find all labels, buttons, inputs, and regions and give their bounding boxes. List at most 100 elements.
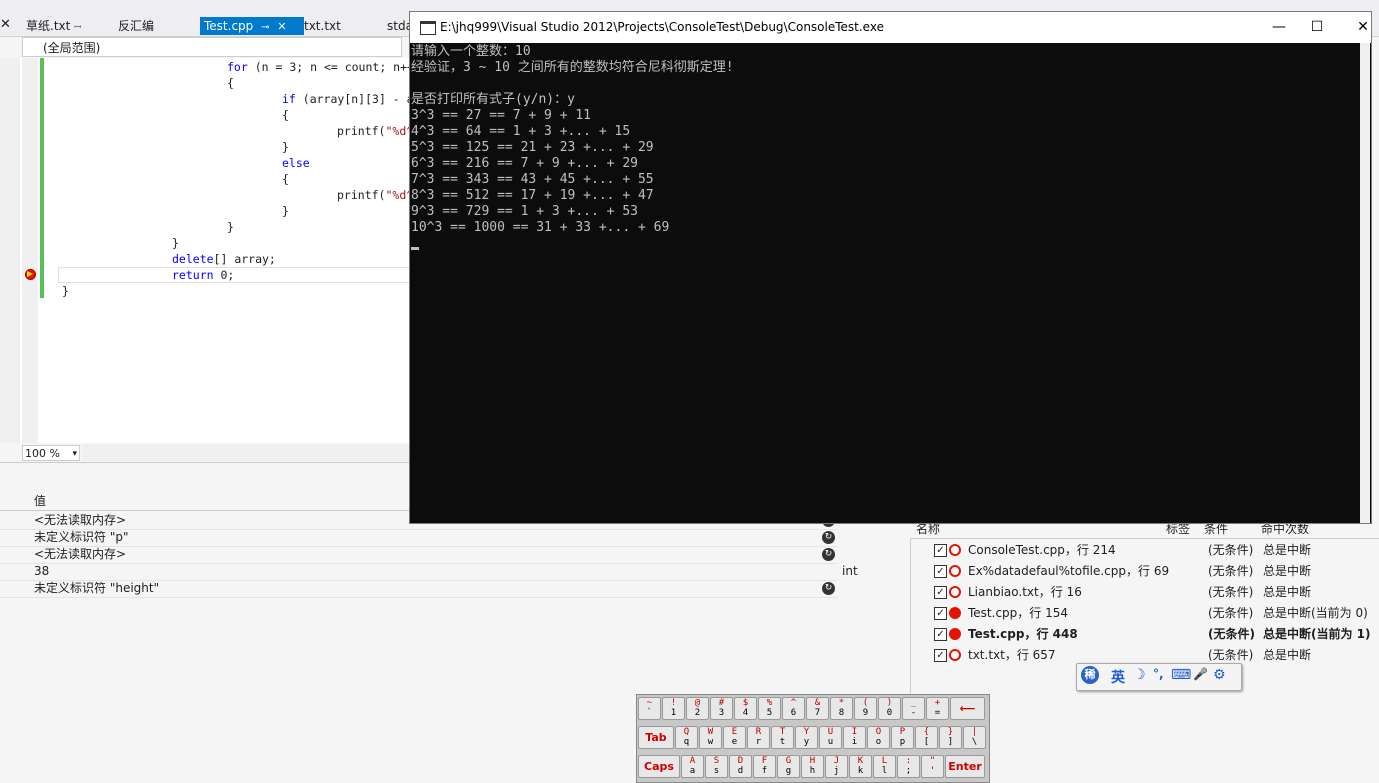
- console-line: 10^3 == 1000 == 31 + 33 +... + 69: [411, 220, 670, 235]
- breakpoint-row[interactable]: ✓ Test.cpp，行 154 (无条件) 总是中断(当前为 0): [910, 603, 1379, 624]
- close-icon[interactable]: ✕: [277, 20, 286, 33]
- key-label: j: [833, 766, 840, 776]
- watch-row[interactable]: 未定义标识符 "p" ↻: [0, 529, 838, 547]
- console-line: 6^3 == 216 == 7 + 9 +... + 29: [411, 156, 638, 171]
- close-icon[interactable]: ✕: [0, 17, 11, 32]
- pin-icon[interactable]: ⊸: [261, 22, 269, 33]
- key[interactable]: _ -: [902, 697, 925, 720]
- key[interactable]: ! 1: [662, 697, 685, 720]
- enabled-checkbox[interactable]: ✓: [934, 586, 947, 599]
- tab-test-cpp[interactable]: Test.cpp ⊸ ✕: [200, 17, 304, 35]
- breakpoint-margin[interactable]: [22, 58, 38, 443]
- close-button[interactable]: ✕: [1340, 12, 1379, 43]
- punctuation-icon[interactable]: °,: [1153, 667, 1164, 681]
- breakpoint-row[interactable]: ✓ Test.cpp，行 448 (无条件) 总是中断(当前为 1): [910, 624, 1379, 645]
- key[interactable]: ⟵: [950, 697, 985, 720]
- key[interactable]: | \: [963, 726, 986, 749]
- tab-caozhi-txt[interactable]: 草纸.txt ꟷ: [22, 17, 85, 35]
- key[interactable]: :;: [897, 755, 920, 778]
- enabled-checkbox[interactable]: ✓: [934, 565, 947, 578]
- microphone-icon[interactable]: 🎤: [1193, 667, 1208, 681]
- key-label: 1: [670, 708, 677, 718]
- gear-icon[interactable]: ⚙: [1213, 667, 1226, 683]
- horizontal-scrollbar[interactable]: [82, 445, 410, 461]
- left-toolbox-strip: [0, 58, 21, 443]
- key[interactable]: (9: [854, 697, 877, 720]
- enabled-checkbox[interactable]: ✓: [934, 607, 947, 620]
- refresh-icon[interactable]: ↻: [822, 531, 835, 544]
- watch-value: 未定义标识符 "p": [34, 530, 129, 544]
- key[interactable]: Jj: [825, 755, 848, 778]
- breakpoint-condition: (无条件): [1208, 564, 1254, 578]
- enabled-checkbox[interactable]: ✓: [934, 544, 947, 557]
- key[interactable]: Ee: [723, 726, 746, 749]
- enabled-checkbox[interactable]: ✓: [934, 628, 947, 641]
- key[interactable]: Kk: [849, 755, 872, 778]
- key-shift-label: D: [737, 756, 744, 766]
- key[interactable]: {[: [915, 726, 938, 749]
- key[interactable]: + =: [926, 697, 949, 720]
- scope-dropdown[interactable]: (全局范围): [22, 37, 402, 57]
- key[interactable]: ) 0: [878, 697, 901, 720]
- key[interactable]: #3: [710, 697, 733, 720]
- ime-toolbar[interactable]: 稀 英 ☽ °, ⌨ 🎤 ⚙: [1076, 663, 1242, 691]
- key[interactable]: @2: [686, 697, 709, 720]
- key[interactable]: Ss: [705, 755, 728, 778]
- console-title-bar[interactable]: E:\jhq999\Visual Studio 2012\Projects\Co…: [410, 12, 1371, 43]
- console-scrollbar[interactable]: [1360, 43, 1370, 523]
- key[interactable]: Ii: [843, 726, 866, 749]
- key[interactable]: Ll: [873, 755, 896, 778]
- key[interactable]: Caps: [638, 755, 680, 778]
- key[interactable]: " ': [921, 755, 944, 778]
- key[interactable]: Yy: [795, 726, 818, 749]
- key[interactable]: ~ `: [638, 697, 661, 720]
- key-label: r: [755, 737, 762, 747]
- watch-row[interactable]: 未定义标识符 "height" ↻: [0, 580, 838, 598]
- pin-icon[interactable]: ꟷ: [74, 23, 81, 33]
- key-shift-label: ~: [646, 698, 653, 708]
- breakpoint-row[interactable]: ✓ ConsoleTest.cpp，行 214 (无条件) 总是中断: [910, 540, 1379, 561]
- zoom-dropdown[interactable]: 100 % ▾: [22, 445, 80, 461]
- language-toggle[interactable]: 英: [1111, 667, 1125, 687]
- key[interactable]: ^ 6: [782, 697, 805, 720]
- refresh-icon[interactable]: ↻: [822, 582, 835, 595]
- ime-logo-icon[interactable]: 稀: [1081, 666, 1099, 684]
- maximize-button[interactable]: ☐: [1294, 12, 1340, 43]
- key[interactable]: Oo: [867, 726, 890, 749]
- key[interactable]: }]: [939, 726, 962, 749]
- key[interactable]: * 8: [830, 697, 853, 720]
- key[interactable]: Tt: [771, 726, 794, 749]
- tab-disassembly[interactable]: 反汇编: [114, 17, 158, 35]
- keyboard-icon[interactable]: ⌨: [1171, 667, 1191, 683]
- console-output[interactable]: 请输入一个整数：10 经验证，3 ~ 10 之间所有的整数均符合尼科彻斯定理! 是否…: [410, 43, 1371, 523]
- tab-txt-txt[interactable]: txt.txt: [300, 17, 345, 35]
- key[interactable]: Ww: [699, 726, 722, 749]
- breakpoint-row[interactable]: ✓ Lianbiao.txt，行 16 (无条件) 总是中断: [910, 582, 1379, 603]
- key[interactable]: Rr: [747, 726, 770, 749]
- watch-row[interactable]: <无法读取内存> ↻: [0, 546, 838, 564]
- key[interactable]: Tab: [638, 726, 674, 749]
- key[interactable]: Pp: [891, 726, 914, 749]
- key[interactable]: Gg: [777, 755, 800, 778]
- key[interactable]: Ff: [753, 755, 776, 778]
- key[interactable]: $4: [734, 697, 757, 720]
- key[interactable]: Aa: [681, 755, 704, 778]
- key-shift-label: &: [814, 698, 821, 708]
- scope-label: (全局范围): [43, 41, 101, 55]
- key[interactable]: Uu: [819, 726, 842, 749]
- refresh-icon[interactable]: ↻: [822, 548, 835, 561]
- key[interactable]: Hh: [801, 755, 824, 778]
- moon-icon[interactable]: ☽: [1133, 667, 1146, 683]
- key[interactable]: Enter: [945, 755, 985, 778]
- key-label: -: [910, 708, 917, 718]
- key[interactable]: Qq: [675, 726, 698, 749]
- key[interactable]: Dd: [729, 755, 752, 778]
- key[interactable]: & 7: [806, 697, 829, 720]
- key[interactable]: % 5: [758, 697, 781, 720]
- watch-row[interactable]: 38 int: [0, 563, 858, 581]
- enabled-checkbox[interactable]: ✓: [934, 649, 947, 662]
- code-token: [] array;: [213, 252, 276, 266]
- console-window[interactable]: E:\jhq999\Visual Studio 2012\Projects\Co…: [409, 11, 1372, 524]
- breakpoint-row[interactable]: ✓ Ex%datadefaul%tofile.cpp，行 69 (无条件) 总是中断: [910, 561, 1379, 582]
- code-line: return 0;: [172, 267, 234, 283]
